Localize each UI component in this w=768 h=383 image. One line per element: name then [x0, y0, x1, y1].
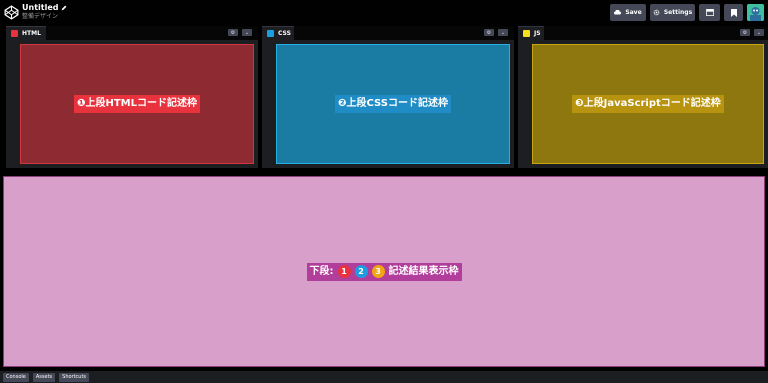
- title-block: Untitled 整備デザイン: [22, 3, 67, 21]
- avatar-image-icon: [747, 4, 764, 21]
- console-button[interactable]: Console: [3, 372, 29, 382]
- html-lang-icon: [11, 30, 18, 37]
- result-num-3-badge: 3: [371, 265, 385, 278]
- cloud-icon: [614, 10, 622, 15]
- bookmark-icon: [730, 8, 737, 17]
- result-suffix: 記述結果表示枠: [388, 265, 459, 277]
- tab-js[interactable]: JS: [518, 26, 544, 40]
- js-editor-panel: JS ⚙ ⌄ ❸上段JavaScriptコード記述枠: [518, 26, 768, 168]
- css-code-area[interactable]: ❷上段CSSコード記述枠: [276, 44, 510, 164]
- tab-css[interactable]: CSS: [262, 26, 294, 40]
- html-chevron-down-icon[interactable]: ⌄: [242, 29, 252, 36]
- result-area-label: 下段: 1 2 3 記述結果表示枠: [306, 262, 462, 281]
- resize-handle-2[interactable]: [514, 26, 517, 168]
- save-button[interactable]: Save: [610, 4, 646, 21]
- settings-button[interactable]: Settings: [650, 4, 695, 21]
- css-chevron-down-icon[interactable]: ⌄: [498, 29, 508, 36]
- user-avatar[interactable]: [747, 4, 764, 21]
- result-num-2-badge: 2: [354, 265, 368, 278]
- codepen-logo-icon[interactable]: [4, 5, 19, 20]
- tab-js-label: JS: [534, 30, 541, 37]
- tab-html-label: HTML: [22, 30, 41, 37]
- save-button-label: Save: [625, 9, 642, 16]
- result-prefix: 下段:: [309, 265, 334, 277]
- bookmark-button[interactable]: [724, 4, 743, 21]
- top-header: Untitled 整備デザイン Save Settings: [0, 0, 768, 25]
- js-lang-icon: [523, 30, 530, 37]
- css-lang-icon: [267, 30, 274, 37]
- html-tab-bar: HTML ⚙ ⌄: [6, 26, 258, 40]
- html-code-area[interactable]: ❶上段HTMLコード記述枠: [20, 44, 254, 164]
- html-settings-gear-icon[interactable]: ⚙: [228, 29, 238, 36]
- pen-subtitle: 整備デザイン: [22, 13, 59, 20]
- shortcuts-button[interactable]: Shortcuts: [59, 372, 90, 382]
- js-settings-gear-icon[interactable]: ⚙: [740, 29, 750, 36]
- resize-handle-1[interactable]: [258, 26, 261, 168]
- tab-css-label: CSS: [278, 30, 291, 37]
- css-editor-panel: CSS ⚙ ⌄ ❷上段CSSコード記述枠: [262, 26, 514, 168]
- bottom-toolbar: Console Assets Shortcuts: [0, 371, 768, 383]
- pen-title[interactable]: Untitled: [22, 3, 58, 13]
- assets-button[interactable]: Assets: [32, 372, 56, 382]
- result-num-1-badge: 1: [337, 265, 351, 278]
- css-tab-bar: CSS ⚙ ⌄: [262, 26, 514, 40]
- js-chevron-down-icon[interactable]: ⌄: [754, 29, 764, 36]
- change-view-button[interactable]: [699, 4, 720, 21]
- layout-icon: [705, 9, 714, 16]
- css-area-label: ❷上段CSSコード記述枠: [335, 95, 451, 113]
- html-area-label: ❶上段HTMLコード記述枠: [74, 95, 200, 113]
- js-code-area[interactable]: ❸上段JavaScriptコード記述枠: [532, 44, 764, 164]
- gear-icon: [653, 9, 660, 16]
- edit-pencil-icon[interactable]: [61, 5, 67, 11]
- result-preview-pane[interactable]: 下段: 1 2 3 記述結果表示枠: [3, 176, 765, 367]
- pen-title-row[interactable]: Untitled: [22, 3, 67, 13]
- js-area-label: ❸上段JavaScriptコード記述枠: [572, 95, 724, 113]
- html-editor-panel: HTML ⚙ ⌄ ❶上段HTMLコード記述枠: [6, 26, 258, 168]
- tab-html[interactable]: HTML: [6, 26, 46, 40]
- js-tab-bar: JS ⚙ ⌄: [518, 26, 768, 40]
- css-settings-gear-icon[interactable]: ⚙: [484, 29, 494, 36]
- settings-button-label: Settings: [663, 9, 693, 16]
